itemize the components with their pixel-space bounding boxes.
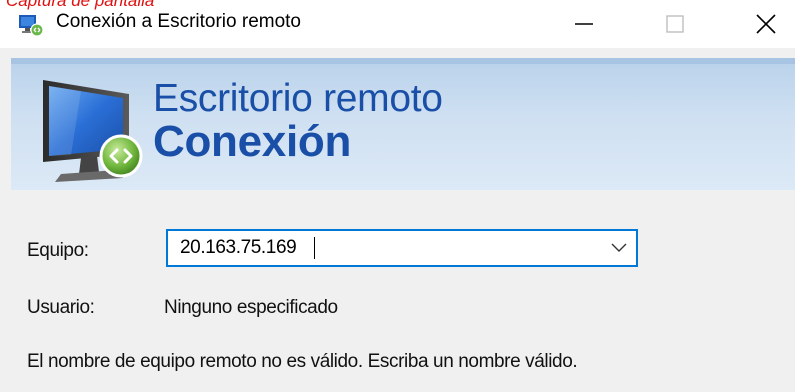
minimize-button[interactable] — [554, 0, 614, 48]
close-icon — [756, 14, 776, 34]
maximize-button[interactable] — [645, 0, 705, 48]
computer-label: Equipo: — [27, 240, 89, 261]
chevron-down-icon — [611, 243, 627, 252]
remote-desktop-monitor-icon — [43, 80, 143, 182]
minimize-icon — [575, 23, 593, 25]
remote-desktop-window: Conexión a Escritorio remoto Captura de … — [0, 0, 795, 392]
text-cursor — [314, 237, 315, 259]
error-message: El nombre de equipo remoto no es válido.… — [27, 351, 578, 372]
clipped-annotation-text: Captura de pantalla — [6, 0, 155, 10]
maximize-icon — [666, 15, 684, 33]
combobox-dropdown-button[interactable] — [608, 238, 630, 258]
banner-title-line2: Conexión — [153, 117, 352, 166]
close-button[interactable] — [736, 0, 795, 48]
banner: Escritorio remoto Conexión — [11, 58, 795, 190]
window-title: Conexión a Escritorio remoto — [56, 11, 301, 32]
user-value: Ninguno especificado — [164, 297, 338, 318]
computer-combobox[interactable] — [166, 229, 638, 267]
connection-form: Equipo: Usuario: Ninguno especificado El… — [11, 190, 795, 392]
banner-title-line1: Escritorio remoto — [153, 77, 443, 120]
computer-input[interactable] — [168, 231, 598, 265]
banner-top-strip — [11, 58, 795, 64]
remote-desktop-icon — [19, 15, 44, 37]
user-label: Usuario: — [27, 297, 95, 318]
